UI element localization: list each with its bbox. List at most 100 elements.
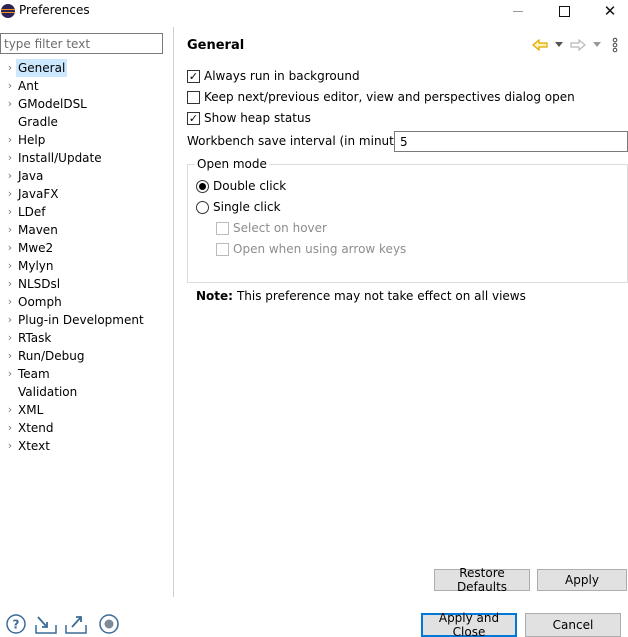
always-run-in-background-label: Always run in background — [204, 69, 360, 83]
forward-dropdown-icon[interactable] — [593, 35, 601, 55]
always-run-in-background-option[interactable]: ✓ Always run in background — [187, 68, 360, 84]
tree-item-label: LDef — [18, 205, 46, 219]
tree-item[interactable]: › GModelDSL — [0, 95, 172, 113]
chevron-right-icon[interactable]: › — [5, 365, 15, 383]
minimize-button[interactable] — [495, 0, 541, 22]
chevron-right-icon[interactable]: › — [5, 257, 15, 275]
tree-item-label: Oomph — [18, 295, 62, 309]
save-interval-label: Workbench save interval (in minutes): — [187, 134, 417, 148]
chevron-right-icon[interactable]: › — [5, 311, 15, 329]
eclipse-icon — [1, 4, 15, 18]
help-icon[interactable]: ? — [4, 612, 28, 636]
tree-item[interactable]: › Mwe2 — [0, 239, 172, 257]
tree-item-label: Plug-in Development — [18, 313, 144, 327]
title-bar: Preferences ✕ — [0, 0, 628, 22]
double-click-label: Double click — [213, 179, 287, 193]
tree-item[interactable]: › JavaFX — [0, 185, 172, 203]
import-icon[interactable] — [34, 612, 58, 636]
show-heap-status-checkbox[interactable]: ✓ — [187, 111, 200, 125]
tree-item[interactable]: › NLSDsl — [0, 275, 172, 293]
tree-item[interactable]: › Install/Update — [0, 149, 172, 167]
cancel-button[interactable]: Cancel — [525, 613, 621, 637]
chevron-right-icon[interactable]: › — [5, 419, 15, 437]
chevron-right-icon[interactable]: › — [5, 293, 15, 311]
forward-arrow-icon[interactable] — [570, 35, 586, 55]
apply-button[interactable]: Apply — [537, 569, 627, 591]
chevron-right-icon[interactable]: › — [5, 59, 15, 77]
back-arrow-icon[interactable] — [532, 35, 548, 55]
tree-item[interactable]: › XML — [0, 401, 172, 419]
open-with-arrow-keys-label: Open when using arrow keys — [233, 242, 407, 256]
tree-item[interactable]: › Ant — [0, 77, 172, 95]
view-menu-icon[interactable] — [612, 35, 618, 55]
tree-item-label: Help — [18, 133, 46, 147]
tree-item-label: GModelDSL — [18, 97, 87, 111]
back-dropdown-icon[interactable] — [555, 35, 563, 55]
tree-item-label: Run/Debug — [18, 349, 85, 363]
chevron-right-icon[interactable]: › — [5, 131, 15, 149]
maximize-button[interactable] — [541, 0, 587, 22]
tree-item[interactable]: Gradle — [0, 113, 172, 131]
open-mode-group: Open mode Double click Single click Sele… — [187, 157, 628, 303]
note-body: This preference may not take effect on a… — [236, 289, 526, 303]
note-prefix: Note: — [196, 289, 233, 303]
svg-text:?: ? — [13, 618, 20, 632]
single-click-option[interactable]: Single click — [196, 199, 281, 215]
tree-item[interactable]: › Maven — [0, 221, 172, 239]
page-title: General — [187, 38, 245, 53]
tree-item[interactable]: › Team — [0, 365, 172, 383]
chevron-right-icon[interactable]: › — [5, 239, 15, 257]
record-icon[interactable] — [97, 612, 121, 636]
tree-item[interactable]: › Java — [0, 167, 172, 185]
chevron-right-icon[interactable]: › — [5, 203, 15, 221]
tree-item[interactable]: › RTask — [0, 329, 172, 347]
tree-item-label: Xtext — [18, 439, 50, 453]
export-icon[interactable] — [64, 612, 88, 636]
keep-next-previous-option[interactable]: Keep next/previous editor, view and pers… — [187, 89, 575, 105]
show-heap-status-label: Show heap status — [204, 111, 311, 125]
tree-item-label: Team — [18, 367, 50, 381]
chevron-right-icon[interactable]: › — [5, 77, 15, 95]
chevron-right-icon[interactable]: › — [5, 347, 15, 365]
tree-item[interactable]: Validation — [0, 383, 172, 401]
close-button[interactable]: ✕ — [587, 0, 628, 22]
apply-and-close-button[interactable]: Apply and Close — [421, 611, 517, 637]
chevron-right-icon[interactable]: › — [5, 167, 15, 185]
tree-item[interactable]: › Xtend — [0, 419, 172, 437]
single-click-label: Single click — [213, 200, 281, 214]
double-click-option[interactable]: Double click — [196, 178, 286, 194]
tree-item[interactable]: › LDef — [0, 203, 172, 221]
tree-item[interactable]: › General — [0, 59, 172, 77]
tree-item[interactable]: › Plug-in Development — [0, 311, 172, 329]
select-on-hover-checkbox — [216, 221, 229, 235]
preference-page: General ✓ Always run in background Keep … — [175, 27, 628, 597]
chevron-right-icon[interactable]: › — [5, 275, 15, 293]
tree-item[interactable]: › Xtext — [0, 437, 172, 455]
tree-item-label: NLSDsl — [18, 277, 61, 291]
chevron-right-icon[interactable]: › — [5, 221, 15, 239]
restore-defaults-button[interactable]: Restore Defaults — [434, 566, 530, 594]
tree-item[interactable]: › Help — [0, 131, 172, 149]
tree-item-label: General — [16, 59, 68, 77]
always-run-in-background-checkbox[interactable]: ✓ — [187, 69, 200, 83]
chevron-right-icon[interactable]: › — [5, 149, 15, 167]
tree-item-label: JavaFX — [18, 187, 59, 201]
minimize-icon — [513, 10, 523, 12]
filter-input[interactable] — [0, 33, 163, 54]
double-click-radio[interactable] — [196, 179, 209, 193]
show-heap-status-option[interactable]: ✓ Show heap status — [187, 110, 311, 126]
chevron-right-icon[interactable]: › — [5, 329, 15, 347]
tree-item[interactable]: › Run/Debug — [0, 347, 172, 365]
chevron-right-icon[interactable]: › — [5, 401, 15, 419]
tree-item[interactable]: › Oomph — [0, 293, 172, 311]
chevron-right-icon[interactable]: › — [5, 95, 15, 113]
save-interval-input[interactable] — [394, 131, 628, 152]
tree-item[interactable]: › Mylyn — [0, 257, 172, 275]
tree-item-label: Mwe2 — [18, 241, 54, 255]
window-title: Preferences — [19, 3, 90, 17]
chevron-right-icon[interactable]: › — [5, 185, 15, 203]
open-with-arrow-keys-checkbox — [216, 242, 229, 256]
single-click-radio[interactable] — [196, 200, 209, 214]
chevron-right-icon[interactable]: › — [5, 437, 15, 455]
keep-next-previous-checkbox[interactable] — [187, 90, 200, 104]
